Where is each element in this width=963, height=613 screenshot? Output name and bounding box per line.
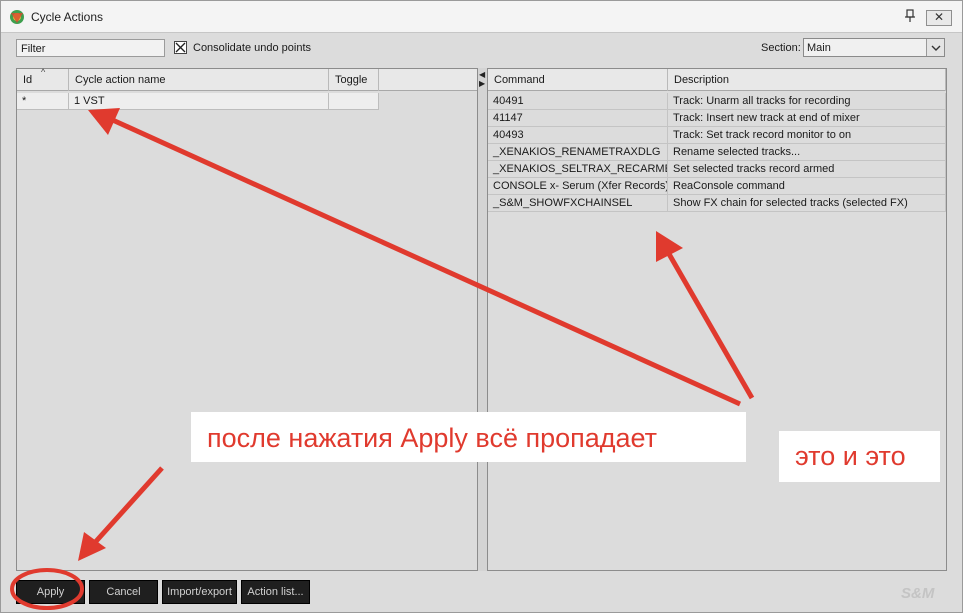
annotation-note-this: это и это bbox=[779, 431, 940, 482]
table-row[interactable]: 40491 Track: Unarm all tracks for record… bbox=[488, 93, 946, 110]
cell-description: Set selected tracks record armed bbox=[668, 161, 946, 178]
pin-icon[interactable] bbox=[901, 7, 919, 25]
cycle-actions-window: Cycle Actions ✕ Filter Consolidate undo … bbox=[0, 0, 963, 613]
cell-command: _XENAKIOS_RENAMETRAXDLG bbox=[488, 144, 668, 161]
cell-command: _S&M_SHOWFXCHAINSEL bbox=[488, 195, 668, 212]
commands-header: Command Description bbox=[488, 69, 946, 91]
cycle-actions-header: ^ Id Cycle action name Toggle bbox=[17, 67, 477, 91]
panel-splitter[interactable]: ◀ ▶ bbox=[478, 68, 487, 571]
cell-description: Track: Unarm all tracks for recording bbox=[668, 93, 946, 110]
cell-command: 40493 bbox=[488, 127, 668, 144]
cell-description: Rename selected tracks... bbox=[668, 144, 946, 161]
cancel-button[interactable]: Cancel bbox=[89, 580, 158, 604]
table-row[interactable]: 41147 Track: Insert new track at end of … bbox=[488, 110, 946, 127]
column-header-description[interactable]: Description bbox=[668, 69, 946, 91]
annotation-note-apply: после нажатия Apply всё пропадает bbox=[191, 412, 746, 462]
table-row[interactable]: CONSOLE x- Serum (Xfer Records) ReaConso… bbox=[488, 178, 946, 195]
cell-command: 40491 bbox=[488, 93, 668, 110]
close-button[interactable]: ✕ bbox=[926, 10, 952, 26]
column-header-command[interactable]: Command bbox=[488, 69, 668, 91]
table-row[interactable]: _XENAKIOS_SELTRAX_RECARMED Set selected … bbox=[488, 161, 946, 178]
expand-right-icon[interactable]: ▶ bbox=[479, 79, 485, 88]
cell-description: Track: Set track record monitor to on bbox=[668, 127, 946, 144]
action-list-button[interactable]: Action list... bbox=[241, 580, 310, 604]
filter-input[interactable]: Filter bbox=[16, 39, 165, 57]
toolbar: Filter Consolidate undo points Section: … bbox=[1, 34, 962, 64]
column-header-toggle[interactable]: Toggle bbox=[329, 69, 379, 91]
section-label: Section: bbox=[761, 42, 801, 54]
consolidate-undo-checkbox[interactable] bbox=[174, 41, 187, 54]
cell-description: Track: Insert new track at end of mixer bbox=[668, 110, 946, 127]
chevron-down-icon[interactable] bbox=[926, 39, 944, 56]
title-bar: Cycle Actions ✕ bbox=[1, 1, 962, 33]
table-row[interactable]: _S&M_SHOWFXCHAINSEL Show FX chain for se… bbox=[488, 195, 946, 212]
table-row[interactable]: 40493 Track: Set track record monitor to… bbox=[488, 127, 946, 144]
window-title: Cycle Actions bbox=[31, 10, 104, 24]
checkmark-icon bbox=[175, 42, 186, 53]
table-row[interactable]: _XENAKIOS_RENAMETRAXDLG Rename selected … bbox=[488, 144, 946, 161]
reaper-logo-icon bbox=[10, 10, 24, 24]
cell-command: CONSOLE x- Serum (Xfer Records) bbox=[488, 178, 668, 195]
column-header-id[interactable]: ^ Id bbox=[17, 67, 69, 91]
collapse-left-icon[interactable]: ◀ bbox=[479, 70, 485, 79]
cell-command: _XENAKIOS_SELTRAX_RECARMED bbox=[488, 161, 668, 178]
cell-description: Show FX chain for selected tracks (selec… bbox=[668, 195, 946, 212]
column-header-name[interactable]: Cycle action name bbox=[69, 69, 329, 91]
sort-ascending-icon: ^ bbox=[41, 67, 46, 77]
section-dropdown[interactable]: Main bbox=[803, 38, 945, 57]
cycle-actions-list[interactable]: ^ Id Cycle action name Toggle * 1 VST bbox=[16, 67, 478, 571]
filter-placeholder: Filter bbox=[21, 43, 46, 55]
apply-button[interactable]: Apply bbox=[16, 580, 85, 604]
cell-command: 41147 bbox=[488, 110, 668, 127]
section-value: Main bbox=[807, 42, 831, 54]
table-row[interactable]: * 1 VST bbox=[17, 93, 477, 110]
sm-brand-logo: S&M bbox=[901, 585, 935, 602]
bottom-bar: Apply Cancel Import/export Action list..… bbox=[1, 576, 962, 612]
consolidate-undo-label[interactable]: Consolidate undo points bbox=[193, 42, 311, 54]
cell-id: * bbox=[17, 93, 69, 110]
import-export-button[interactable]: Import/export bbox=[162, 580, 237, 604]
close-icon: ✕ bbox=[933, 10, 945, 24]
cell-name: 1 VST bbox=[69, 93, 329, 110]
commands-list[interactable]: Command Description 40491 Track: Unarm a… bbox=[487, 68, 947, 571]
cell-toggle bbox=[329, 93, 379, 110]
cell-description: ReaConsole command bbox=[668, 178, 946, 195]
